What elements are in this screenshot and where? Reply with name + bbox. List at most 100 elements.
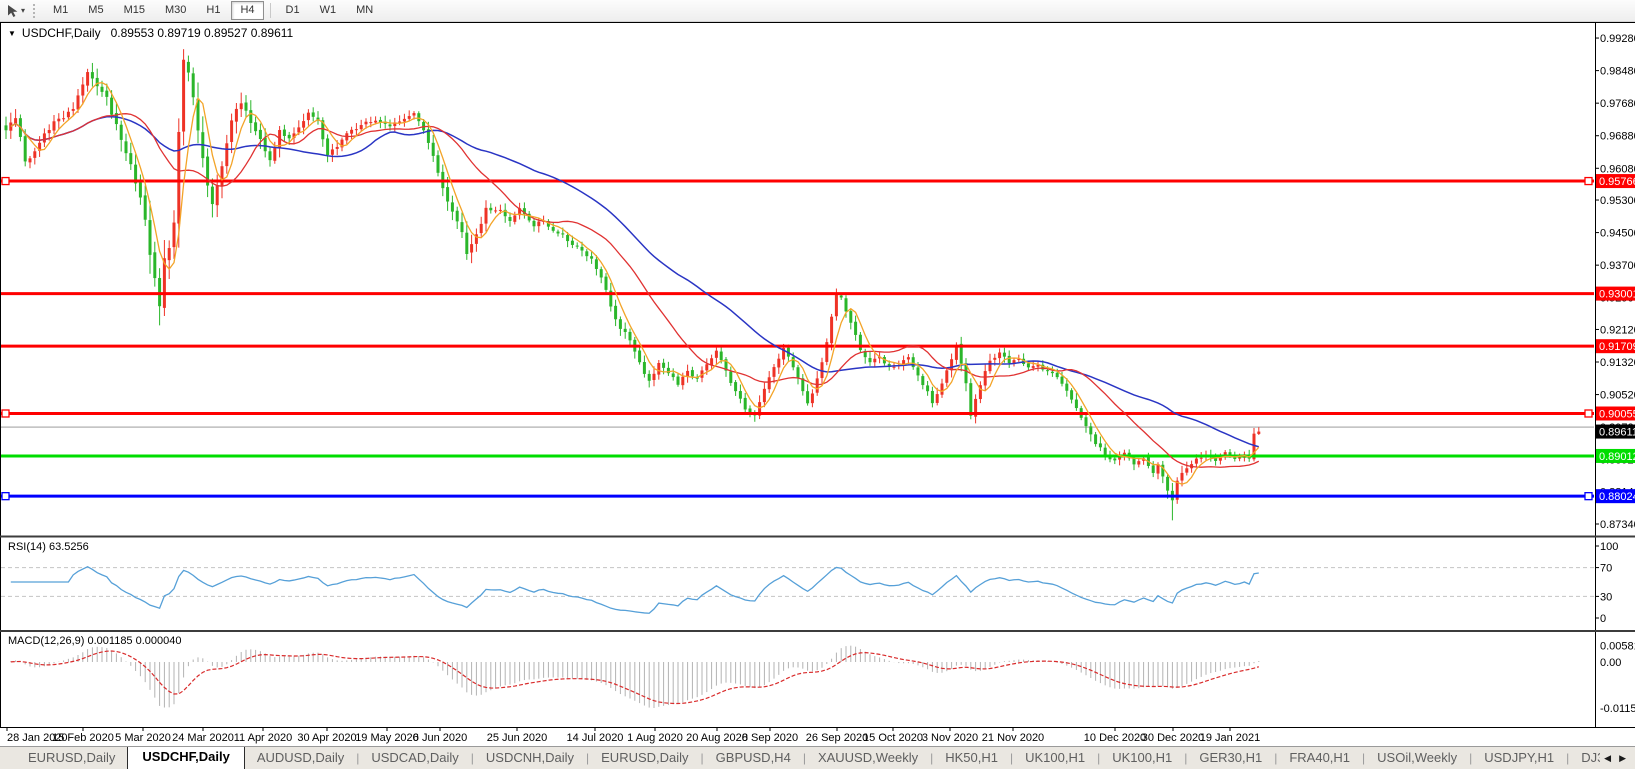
price-axis-label: 0.95300 bbox=[1600, 195, 1635, 207]
date-axis-label: 6 Jun 2020 bbox=[413, 732, 467, 744]
chart-tab-usdjpy-h1[interactable]: USDJPY,H1 bbox=[1472, 747, 1566, 769]
date-axis-label: 30 Dec 2020 bbox=[1142, 732, 1204, 744]
macd-indicator-label: MACD(12,26,9) 0.001185 0.000040 bbox=[8, 635, 181, 647]
rsi-axis-label: 30 bbox=[1600, 591, 1612, 603]
timeframe-button-w1[interactable]: W1 bbox=[311, 1, 346, 20]
date-axis-label: 11 Apr 2020 bbox=[234, 732, 293, 744]
chart-tab-fra40-h1[interactable]: FRA40,H1 bbox=[1277, 747, 1362, 769]
toolbar-grip[interactable] bbox=[33, 4, 35, 18]
chart-tab-gbpusd-h4[interactable]: GBPUSD,H4 bbox=[704, 747, 803, 769]
date-axis-label: 21 Nov 2020 bbox=[982, 732, 1044, 744]
date-axis-label: 30 Apr 2020 bbox=[297, 732, 356, 744]
price-badge-label: 0.95766 bbox=[1599, 176, 1635, 188]
tab-scroll-arrows: ◀ ▶ bbox=[1600, 753, 1635, 769]
price-axis-label: 0.90520 bbox=[1600, 390, 1635, 402]
price-axis-label: 0.94500 bbox=[1600, 228, 1635, 240]
rsi-value: 63.5256 bbox=[49, 541, 89, 553]
timeframe-button-m5[interactable]: M5 bbox=[79, 1, 112, 20]
timeframe-button-m15[interactable]: M15 bbox=[115, 1, 154, 20]
price-badge-label: 0.89611 bbox=[1599, 427, 1635, 439]
timeframe-button-m30[interactable]: M30 bbox=[156, 1, 195, 20]
chart-tab-ger30-h1[interactable]: GER30,H1 bbox=[1187, 747, 1274, 769]
date-axis-label: 5 Mar 2020 bbox=[115, 732, 171, 744]
rsi-axis-label: 70 bbox=[1600, 563, 1612, 575]
rsi-line bbox=[11, 567, 1259, 614]
date-axis-label: 19 Jan 2021 bbox=[1200, 732, 1261, 744]
date-axis-label: 1 Aug 2020 bbox=[627, 732, 683, 744]
chart-tab-eurusd-daily[interactable]: EURUSD,Daily bbox=[16, 747, 127, 769]
date-axis-label: 19 May 2020 bbox=[355, 732, 419, 744]
date-axis-label: 15 Oct 2020 bbox=[863, 732, 923, 744]
chart-title: ▼ USDCHF,Daily 0.89553 0.89719 0.89527 0.8… bbox=[8, 26, 293, 40]
timeframe-button-h1[interactable]: H1 bbox=[197, 1, 229, 20]
date-axis-label: 25 Jun 2020 bbox=[487, 732, 548, 744]
chart-tab-usdchf-daily[interactable]: USDCHF,Daily bbox=[127, 747, 244, 769]
date-axis-label: 15 Feb 2020 bbox=[52, 732, 114, 744]
rsi-name: RSI(14) bbox=[8, 541, 46, 553]
timeframe-button-mn[interactable]: MN bbox=[347, 1, 382, 20]
date-axis-label: 10 Dec 2020 bbox=[1084, 732, 1146, 744]
terminal-window: ▾ M1M5M15M30H1H4 D1W1MN 0.929000.897200.8… bbox=[0, 0, 1635, 768]
price-axis-label: 0.87340 bbox=[1600, 519, 1635, 531]
price-axis-label: 0.97680 bbox=[1600, 98, 1635, 110]
chart-tab-uk100-h1[interactable]: UK100,H1 bbox=[1100, 747, 1184, 769]
chart-tab-usoil-weekly[interactable]: USOil,Weekly bbox=[1365, 747, 1469, 769]
timeframe-button-h4[interactable]: H4 bbox=[231, 1, 263, 20]
chart-tab-usdcad-daily[interactable]: USDCAD,Daily bbox=[359, 747, 470, 769]
chart-tab-uk100-h1[interactable]: UK100,H1 bbox=[1013, 747, 1097, 769]
macd-values: 0.001185 0.000040 bbox=[87, 635, 181, 647]
chart-tabs: EURUSD,DailyUSDCHF,DailyAUDUSD,Daily|USD… bbox=[0, 747, 1600, 769]
price-badge-label: 0.88024 bbox=[1599, 491, 1635, 503]
chart-tab-dj30-daily[interactable]: DJ30,Daily bbox=[1569, 747, 1600, 769]
hline-handle bbox=[1585, 178, 1592, 185]
date-axis-label: 3 Nov 2020 bbox=[922, 732, 978, 744]
macd-name: MACD(12,26,9) bbox=[8, 635, 84, 647]
candles bbox=[5, 60, 1261, 501]
price-badge-label: 0.91709 bbox=[1599, 341, 1635, 353]
chart-ohlc-values: 0.89553 0.89719 0.89527 0.89611 bbox=[111, 26, 294, 40]
date-axis-label: 24 Mar 2020 bbox=[172, 732, 234, 744]
macd-axis-zero: 0.00 bbox=[1600, 657, 1621, 669]
chart-tab-xauusd-weekly[interactable]: XAUUSD,Weekly bbox=[806, 747, 930, 769]
hline-handle bbox=[2, 410, 9, 417]
date-axis-label: 26 Sep 2020 bbox=[806, 732, 868, 744]
macd-axis-max: 0.005818 bbox=[1600, 641, 1635, 653]
price-axis-label: 0.92120 bbox=[1600, 324, 1635, 336]
date-axis-label: 8 Sep 2020 bbox=[742, 732, 798, 744]
price-axis-label: 0.91320 bbox=[1600, 357, 1635, 369]
collapse-arrow-icon: ▼ bbox=[8, 29, 16, 38]
rsi-axis-label: 100 bbox=[1600, 541, 1618, 553]
chart-symbol-period: USDCHF,Daily bbox=[22, 26, 101, 40]
price-axis-label: 0.93700 bbox=[1600, 260, 1635, 272]
macd-axis-min: -0.01151 bbox=[1600, 703, 1635, 715]
chart-tab-eurusd-daily[interactable]: EURUSD,Daily bbox=[589, 747, 700, 769]
tabs-scroll-right-icon[interactable]: ▶ bbox=[1619, 753, 1626, 764]
hline-handle bbox=[1585, 493, 1592, 500]
timeframe-toolbar: ▾ M1M5M15M30H1H4 D1W1MN bbox=[0, 0, 1635, 22]
price-axis-label: 0.96080 bbox=[1600, 163, 1635, 175]
hline-handle bbox=[1585, 410, 1592, 417]
price-axis-label: 0.98480 bbox=[1600, 66, 1635, 78]
price-badge-label: 0.90055 bbox=[1599, 408, 1635, 420]
hline-handle bbox=[2, 178, 9, 185]
chart-tab-hk50-h1[interactable]: HK50,H1 bbox=[933, 747, 1010, 769]
timeframe-button-m1[interactable]: M1 bbox=[44, 1, 77, 20]
date-axis-label: 14 Jul 2020 bbox=[567, 732, 624, 744]
tabs-scroll-left-icon[interactable]: ◀ bbox=[1604, 753, 1611, 764]
hline-handle bbox=[2, 493, 9, 500]
chart-tab-audusd-daily[interactable]: AUDUSD,Daily bbox=[245, 747, 356, 769]
price-badge-label: 0.93001 bbox=[1599, 289, 1635, 301]
chart-canvas[interactable]: 0.929000.897200.889200.881400.992800.984… bbox=[0, 0, 1635, 746]
rsi-indicator-label: RSI(14) 63.5256 bbox=[8, 541, 89, 553]
timeframe-button-d1[interactable]: D1 bbox=[277, 1, 309, 20]
toolbar-separator bbox=[270, 3, 271, 18]
cursor-tool-button[interactable]: ▾ bbox=[0, 4, 27, 18]
date-axis-label: 20 Aug 2020 bbox=[686, 732, 748, 744]
chart-tab-usdcnh-daily[interactable]: USDCNH,Daily bbox=[474, 747, 586, 769]
chart-tabs-bar: EURUSD,DailyUSDCHF,DailyAUDUSD,Daily|USD… bbox=[0, 746, 1635, 769]
chevron-down-icon: ▾ bbox=[21, 6, 25, 15]
cursor-pointer-icon bbox=[6, 4, 19, 18]
price-badge-label: 0.89012 bbox=[1599, 451, 1635, 463]
price-axis-label: 0.96880 bbox=[1600, 131, 1635, 143]
rsi-axis-label: 0 bbox=[1600, 613, 1606, 625]
